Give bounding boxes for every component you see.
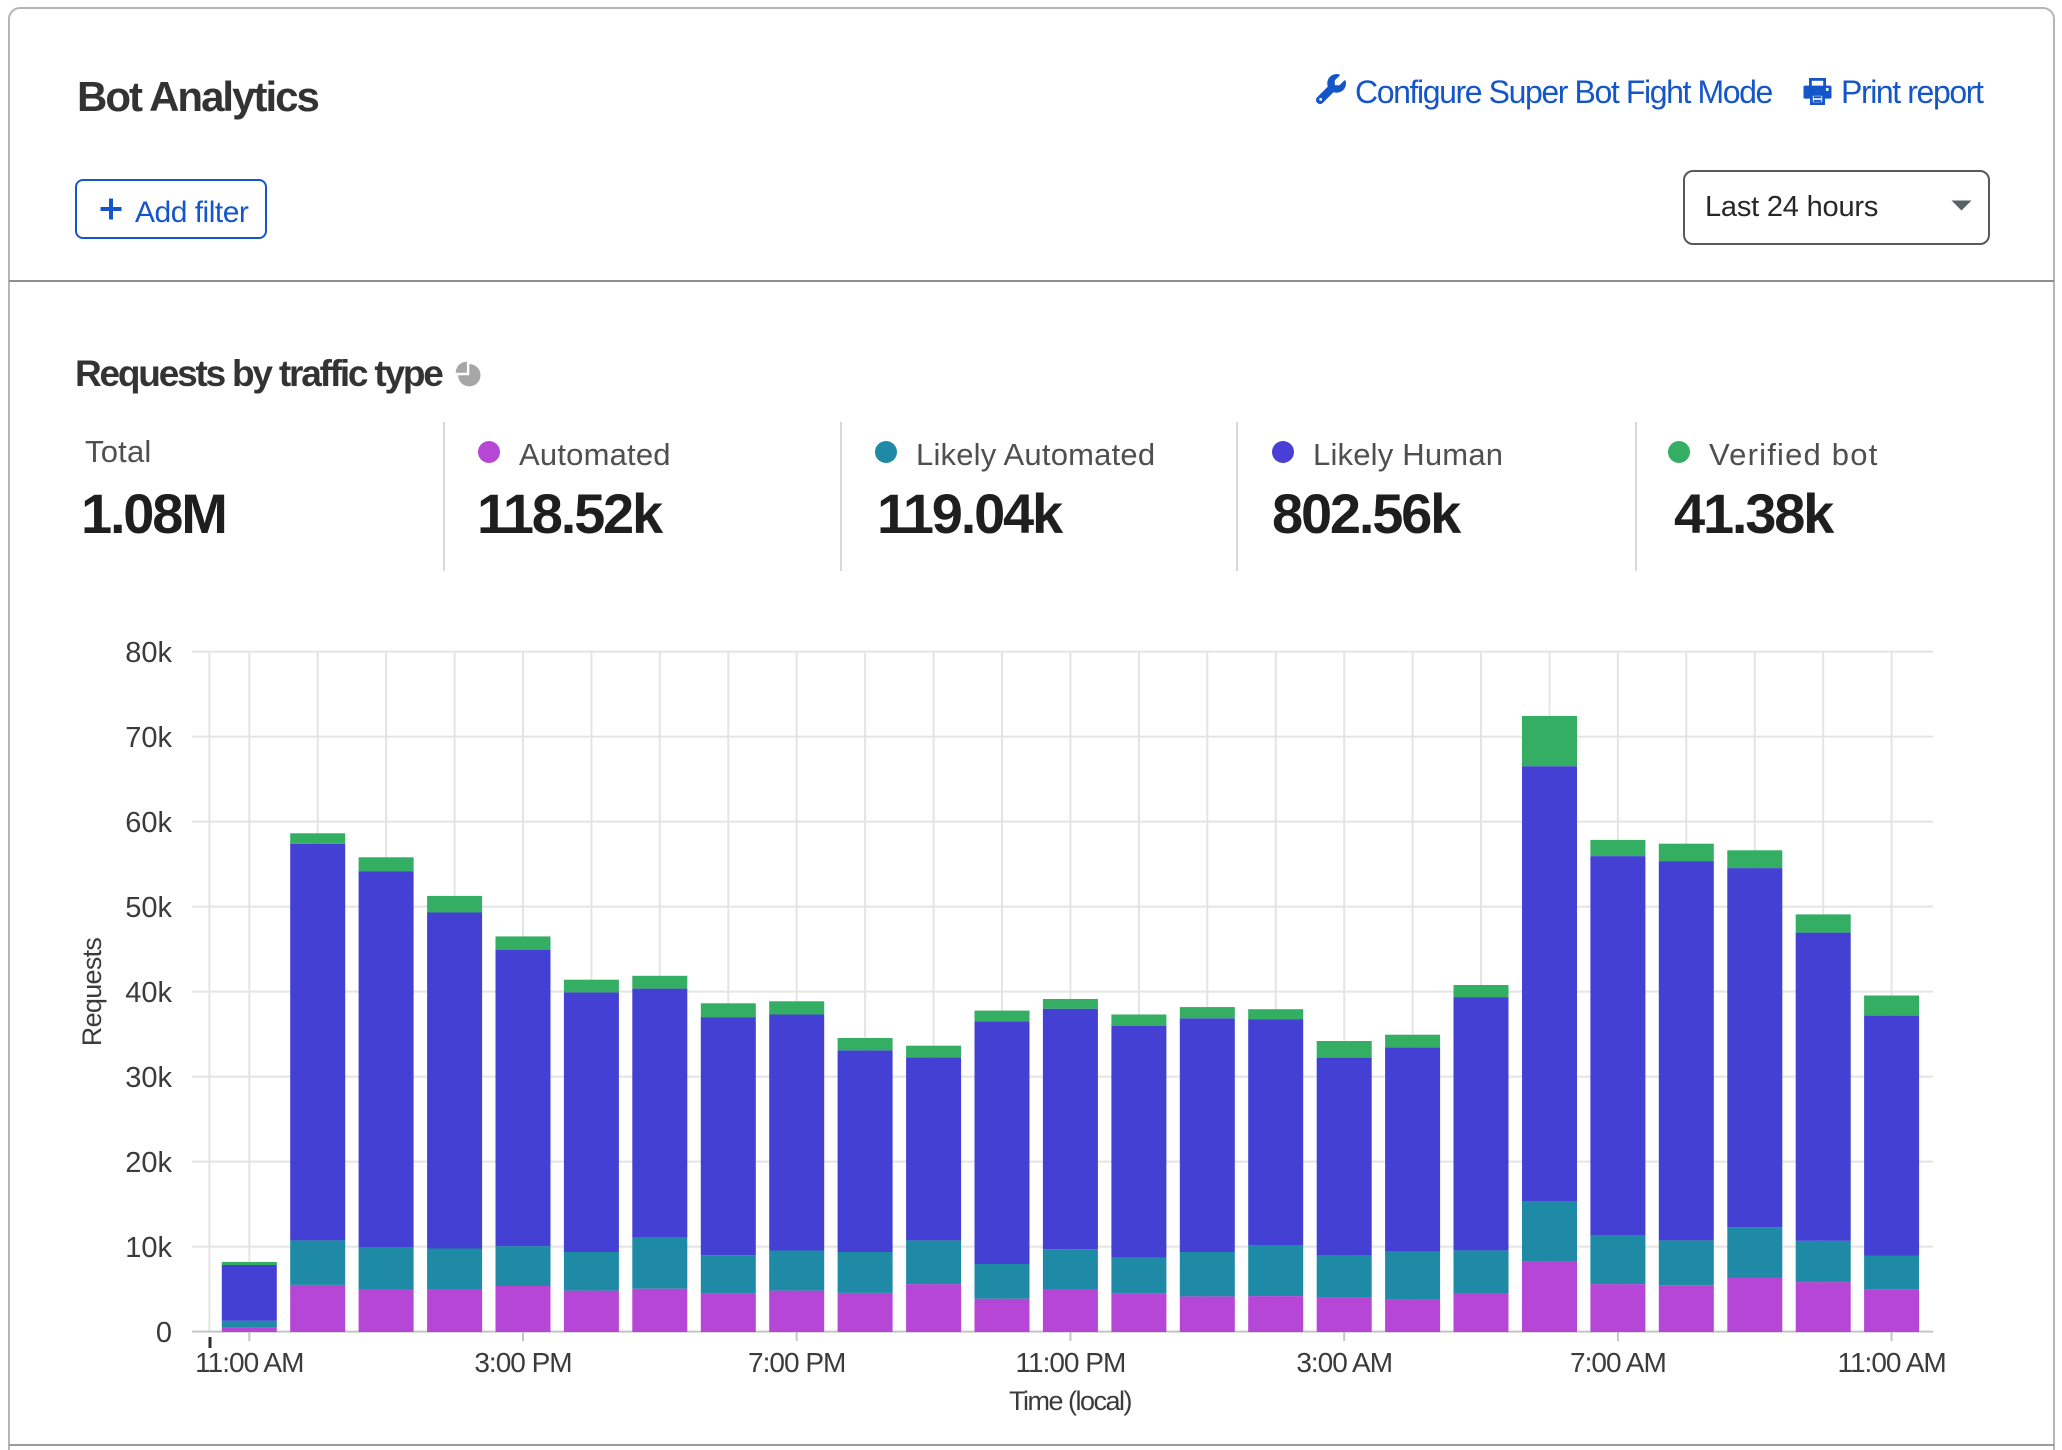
svg-text:30k: 30k [125,1062,172,1094]
svg-text:70k: 70k [125,722,172,754]
svg-text:Requests: Requests [77,938,107,1047]
svg-text:11:00 AM: 11:00 AM [195,1347,303,1378]
svg-text:20k: 20k [125,1147,172,1179]
svg-text:40k: 40k [125,977,172,1009]
svg-text:60k: 60k [125,807,172,839]
svg-text:80k: 80k [125,637,172,669]
svg-text:7:00 PM: 7:00 PM [748,1347,845,1378]
svg-text:3:00 AM: 3:00 AM [1296,1347,1392,1378]
svg-text:Time (local): Time (local) [1009,1386,1132,1416]
svg-text:50k: 50k [125,892,172,924]
svg-text:0: 0 [156,1317,172,1349]
svg-text:3:00 PM: 3:00 PM [474,1347,571,1378]
svg-text:7:00 AM: 7:00 AM [1570,1347,1666,1378]
svg-text:11:00 AM: 11:00 AM [1837,1347,1945,1378]
svg-text:11:00 PM: 11:00 PM [1016,1347,1126,1378]
svg-text:10k: 10k [125,1232,172,1264]
